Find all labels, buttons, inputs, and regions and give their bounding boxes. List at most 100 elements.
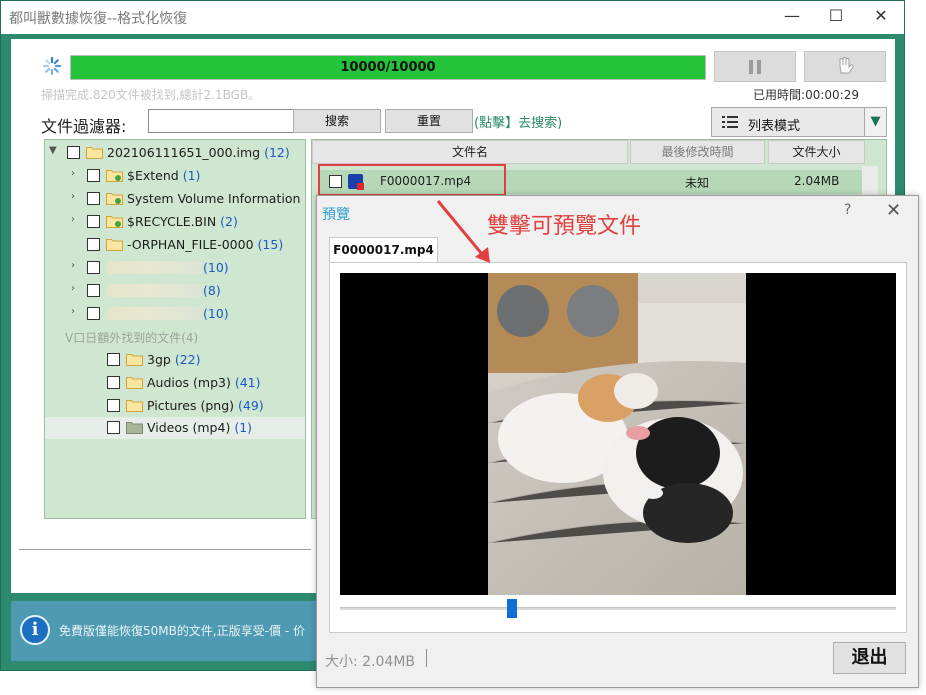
tree-item-label: $Extend bbox=[127, 168, 179, 183]
pause-icon bbox=[749, 59, 761, 74]
help-button[interactable]: ? bbox=[844, 202, 851, 218]
seek-thumb[interactable] bbox=[507, 599, 518, 618]
filter-label: 文件過濾器: bbox=[41, 117, 127, 136]
tree-item[interactable]: › (10) bbox=[45, 257, 305, 279]
elapsed-label: 已用時間: bbox=[753, 88, 806, 102]
pause-button[interactable] bbox=[714, 51, 796, 82]
tree-item-label: $RECYCLE.BIN bbox=[127, 214, 217, 229]
banner-text: 免費版僅能恢復50MB的文件,正版享受-價 - 价 bbox=[59, 624, 305, 638]
maximize-button[interactable]: ☐ bbox=[823, 5, 849, 29]
tree-item-label: 3gp bbox=[147, 352, 171, 367]
expand-icon[interactable]: › bbox=[71, 191, 83, 202]
folder-icon bbox=[106, 239, 123, 251]
close-button[interactable]: ✕ bbox=[868, 5, 894, 29]
folder-icon bbox=[126, 354, 143, 366]
highlight-box bbox=[318, 164, 506, 196]
redacted-name bbox=[107, 284, 202, 297]
search-hint: (點擊】去搜索) bbox=[474, 116, 563, 131]
tree-checkbox[interactable] bbox=[87, 261, 100, 274]
preview-tab[interactable]: F0000017.mp4 bbox=[329, 237, 438, 262]
folder-icon bbox=[126, 400, 143, 412]
search-button[interactable]: 搜索 bbox=[293, 109, 381, 133]
tree-item-count: (1) bbox=[234, 420, 253, 435]
tree-checkbox[interactable] bbox=[87, 169, 100, 182]
filter-input[interactable] bbox=[148, 109, 294, 133]
redacted-name bbox=[107, 307, 202, 320]
column-header-modified[interactable]: 最後修改時間 bbox=[630, 140, 765, 164]
tree-checkbox[interactable] bbox=[87, 215, 100, 228]
dropdown-arrow-icon[interactable]: ▼ bbox=[864, 108, 886, 136]
preview-dialog: 預覽 ? ✕ F0000017.mp4 大小: 2.04MB 退出 bbox=[316, 195, 919, 688]
expand-icon[interactable]: › bbox=[71, 283, 83, 294]
file-modified: 未知 bbox=[685, 176, 710, 190]
folder-icon bbox=[86, 147, 103, 159]
folder-icon bbox=[126, 377, 143, 389]
tree-root[interactable]: ▼ 202106111651_000.img (12) bbox=[45, 142, 305, 164]
tree-item-count: (2) bbox=[220, 214, 238, 229]
tree-checkbox[interactable] bbox=[107, 376, 120, 389]
stop-button[interactable] bbox=[804, 51, 886, 82]
divider bbox=[19, 549, 311, 550]
video-player[interactable] bbox=[340, 273, 896, 595]
tree-checkbox[interactable] bbox=[107, 353, 120, 366]
tree-checkbox[interactable] bbox=[87, 284, 100, 297]
collapse-icon[interactable]: ▼ bbox=[49, 145, 61, 156]
tree-item-label: -ORPHAN_FILE-0000 bbox=[127, 237, 254, 252]
file-size: 2.04MB bbox=[794, 174, 840, 188]
tree-item-label: Pictures (png) bbox=[147, 398, 235, 413]
tree-item-label: Audios (mp3) bbox=[147, 375, 231, 390]
tree-item[interactable]: › (8) bbox=[45, 280, 305, 302]
tree-item-label: Videos (mp4) bbox=[147, 420, 231, 435]
exit-button[interactable]: 退出 bbox=[833, 642, 906, 674]
folder-tree[interactable]: ▼ 202106111651_000.img (12) › $Extend (1… bbox=[44, 139, 306, 519]
tree-item[interactable]: › System Volume Information (3 bbox=[45, 188, 305, 210]
folder-system-icon bbox=[106, 170, 123, 182]
tree-item-count: (22) bbox=[174, 352, 201, 367]
column-header-name[interactable]: 文件名 bbox=[312, 140, 628, 164]
expand-icon[interactable]: › bbox=[71, 214, 83, 225]
tree-checkbox[interactable] bbox=[107, 399, 120, 412]
elapsed-value: 00:00:29 bbox=[805, 88, 859, 102]
tree-checkbox[interactable] bbox=[87, 238, 100, 251]
column-header-size[interactable]: 文件大小 bbox=[768, 140, 865, 164]
view-mode-dropdown[interactable]: 列表模式 ▼ bbox=[711, 107, 887, 137]
scan-status: 掃描完成.820文件被找到,總計2.1BGB。 bbox=[41, 88, 261, 102]
spinner-icon bbox=[42, 56, 62, 76]
extra-files-header: V口日額外找到的文件(4) bbox=[45, 326, 305, 348]
tree-item-count: (41) bbox=[234, 375, 261, 390]
tree-item-count: (1) bbox=[182, 168, 201, 183]
tree-item-count: (8) bbox=[203, 283, 221, 298]
scan-progress-bar: 10000/10000 bbox=[70, 55, 706, 80]
seek-track[interactable] bbox=[340, 607, 896, 610]
stop-icon bbox=[839, 56, 854, 73]
tree-root-count: (12) bbox=[264, 145, 290, 160]
tree-item-selected[interactable]: Videos (mp4) (1) bbox=[45, 417, 305, 439]
window-title: 都叫獸數據恢復--格式化恢復 bbox=[9, 11, 188, 27]
tree-checkbox[interactable] bbox=[87, 192, 100, 205]
tree-item[interactable]: › $Extend (1) bbox=[45, 165, 305, 187]
tree-checkbox[interactable] bbox=[87, 307, 100, 320]
folder-system-icon bbox=[106, 193, 123, 205]
tree-item-count: (10) bbox=[203, 260, 229, 275]
tree-item[interactable]: › $RECYCLE.BIN (2) bbox=[45, 211, 305, 233]
redacted-name bbox=[107, 261, 202, 274]
tree-item[interactable]: 3gp (22) bbox=[45, 349, 305, 371]
expand-icon[interactable]: › bbox=[71, 168, 83, 179]
tree-item[interactable]: › (10) bbox=[45, 303, 305, 325]
folder-open-icon bbox=[126, 422, 143, 434]
expand-icon[interactable]: › bbox=[71, 260, 83, 271]
extra-files-label: V口日額外找到的文件(4) bbox=[65, 331, 199, 345]
tree-checkbox[interactable] bbox=[67, 146, 80, 159]
tree-checkbox[interactable] bbox=[107, 421, 120, 434]
tree-item[interactable]: Audios (mp3) (41) bbox=[45, 372, 305, 394]
minimize-button[interactable]: — bbox=[779, 5, 805, 29]
tree-item[interactable]: -ORPHAN_FILE-0000 (15) bbox=[45, 234, 305, 256]
preview-frame bbox=[329, 262, 907, 633]
file-size-label: 大小: 2.04MB bbox=[325, 654, 416, 670]
preview-close-button[interactable]: ✕ bbox=[886, 200, 901, 221]
tree-item-label: System Volume Information bbox=[127, 191, 301, 206]
preview-title: 預覽 bbox=[322, 207, 350, 223]
expand-icon[interactable]: › bbox=[71, 306, 83, 317]
tree-item[interactable]: Pictures (png) (49) bbox=[45, 395, 305, 417]
reset-button[interactable]: 重置 bbox=[385, 109, 473, 133]
